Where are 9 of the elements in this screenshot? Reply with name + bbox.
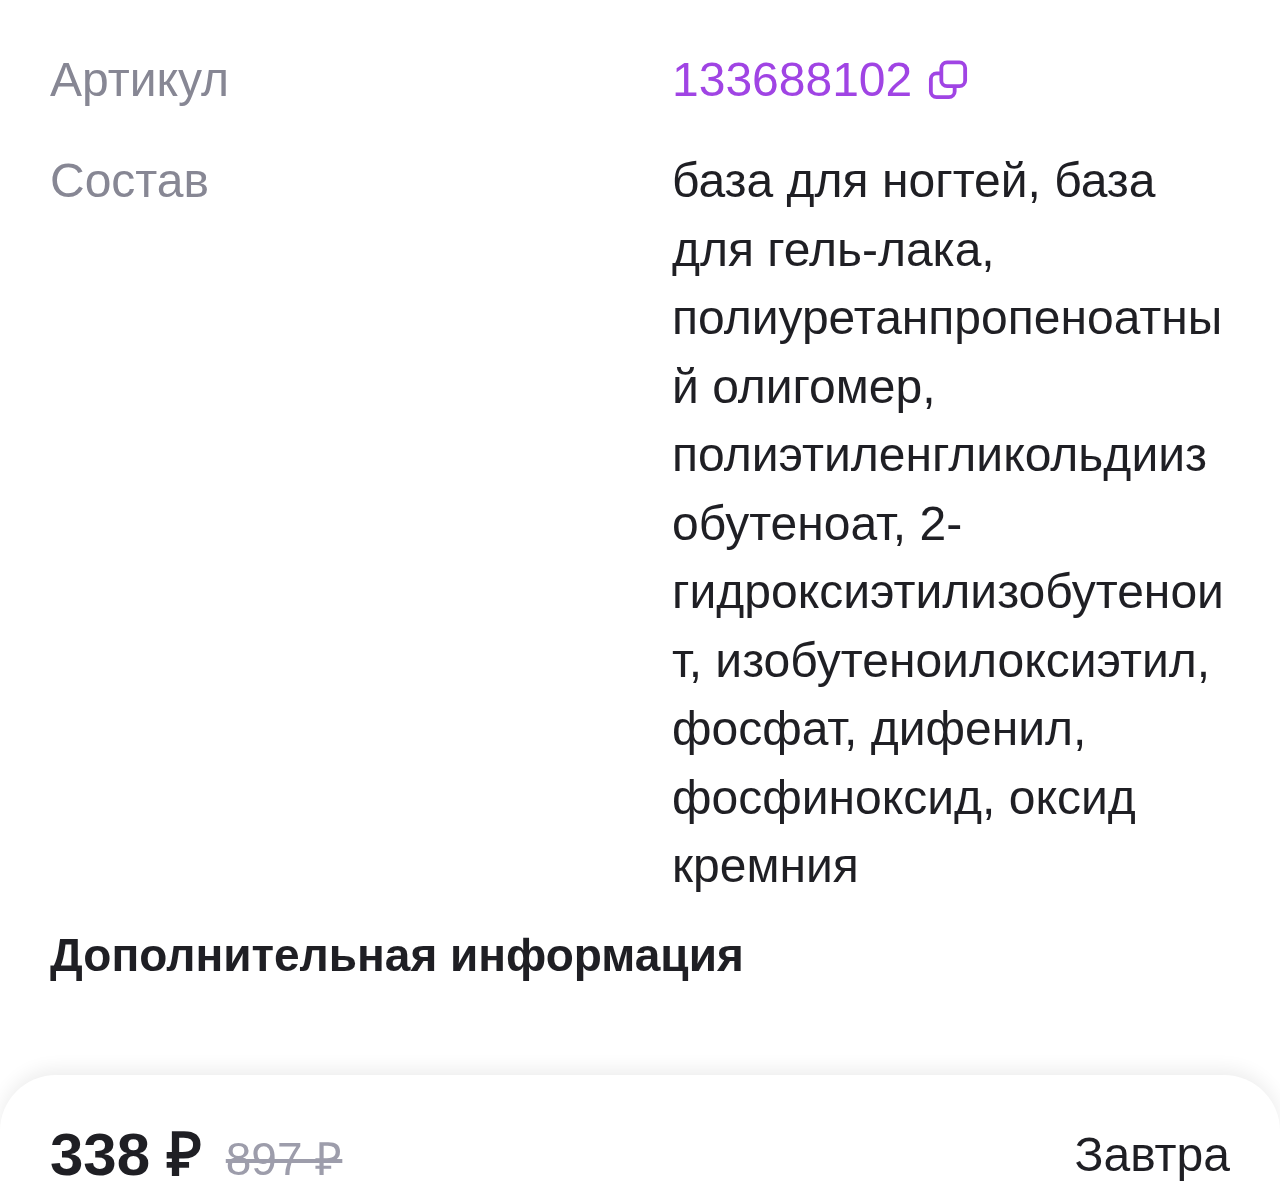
section-heading: Дополнительная информация	[50, 927, 744, 983]
spec-label: Артикул	[50, 52, 229, 108]
spec-label: Состав	[50, 153, 209, 209]
spec-value: база для ногтей, база для гель-лака, полиуретанпропеноатный олигомер, полиэтиленгликольдиизобутеноат, 2-гидроксиэтилизобутеноит, изобутеноилоксиэтил, фосфат, дифенил, фосфиноксид, оксид кремния	[672, 153, 1225, 894]
copy-icon[interactable]	[928, 60, 969, 100]
delivery-date: Завтра	[1074, 1127, 1230, 1183]
article-number[interactable]: 133688102	[672, 46, 913, 114]
price: 338 ₽	[50, 1123, 202, 1187]
old-price: 897 ₽	[225, 1132, 343, 1187]
